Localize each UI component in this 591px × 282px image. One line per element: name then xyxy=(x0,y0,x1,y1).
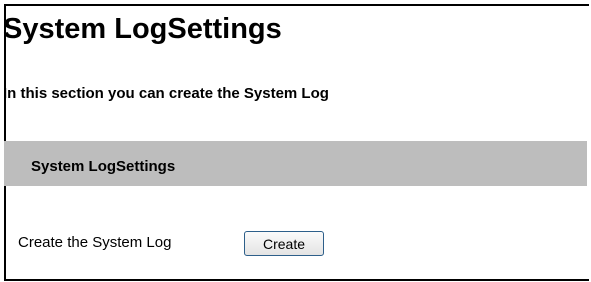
page-title: System LogSettings xyxy=(3,13,282,45)
page-intro: In this section you can create the Syste… xyxy=(3,85,329,102)
create-button[interactable]: Create xyxy=(244,231,324,256)
create-log-label: Create the System Log xyxy=(18,234,172,251)
section-title: System LogSettings xyxy=(31,158,176,175)
